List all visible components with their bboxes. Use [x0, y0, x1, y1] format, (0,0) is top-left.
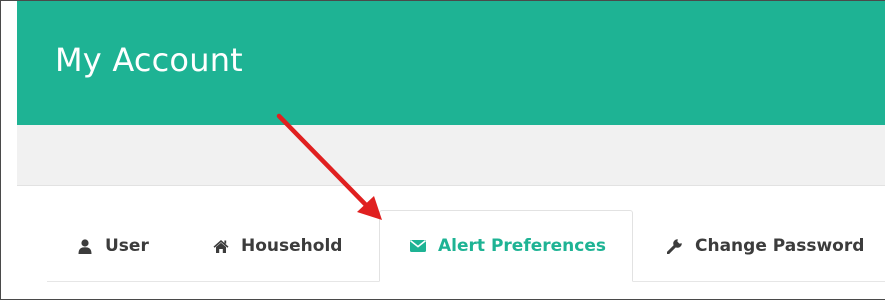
screenshot-frame: My Account User Household Alert Preferen… — [0, 0, 885, 300]
page-header: My Account — [17, 1, 885, 125]
page-title: My Account — [55, 41, 243, 79]
header-spacer-band — [17, 125, 885, 185]
tab-alert-preferences[interactable]: Alert Preferences — [379, 210, 633, 282]
tab-household[interactable]: Household — [213, 210, 342, 282]
tab-household-label: Household — [241, 236, 343, 256]
tab-alert-preferences-label: Alert Preferences — [438, 236, 606, 256]
tab-user[interactable]: User — [77, 210, 149, 282]
home-icon — [213, 238, 229, 254]
account-tabs: User Household Alert Preferences Change … — [47, 210, 885, 282]
user-icon — [77, 238, 93, 254]
wrench-icon — [667, 238, 683, 254]
tab-change-password[interactable]: Change Password — [667, 210, 864, 282]
envelope-icon — [410, 238, 426, 254]
tab-change-password-label: Change Password — [695, 236, 865, 256]
tab-user-label: User — [105, 236, 149, 256]
